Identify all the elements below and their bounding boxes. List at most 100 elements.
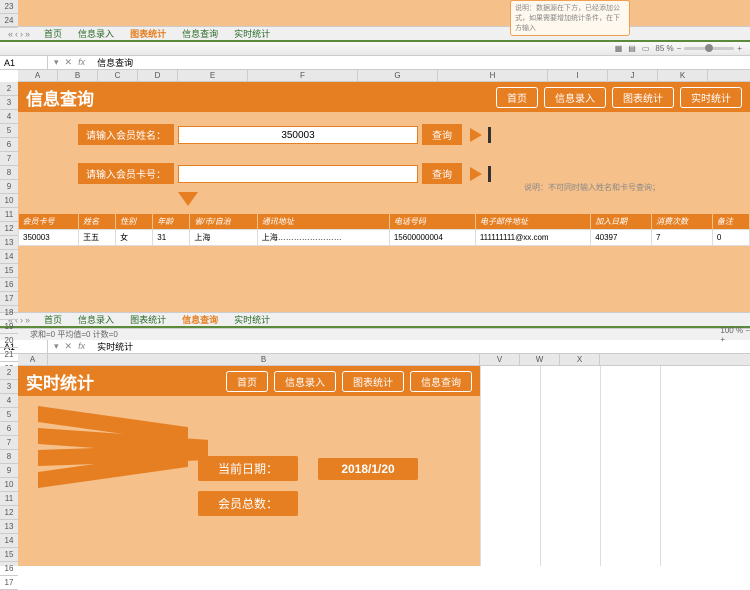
nav-图表统计[interactable]: 图表统计 bbox=[612, 87, 674, 108]
panel-title: 信息查询 bbox=[26, 85, 94, 110]
col-消费次数: 消费次数 bbox=[652, 214, 713, 230]
nav-首页[interactable]: 首页 bbox=[496, 87, 538, 108]
row-head: 5 bbox=[0, 408, 18, 422]
row-head: 15 bbox=[0, 264, 18, 278]
row-head: 11 bbox=[0, 208, 18, 222]
nav-实时统计[interactable]: 实时统计 bbox=[680, 87, 742, 108]
row-head: 6 bbox=[0, 138, 18, 152]
fx-icon[interactable]: fx bbox=[78, 57, 85, 68]
query-name-button[interactable]: 查询 bbox=[422, 124, 462, 145]
marker bbox=[488, 166, 491, 182]
cell-reference[interactable]: A1 bbox=[0, 56, 48, 69]
zoom-in[interactable]: + bbox=[720, 335, 725, 344]
cell[interactable]: 350003 bbox=[19, 230, 79, 246]
cell[interactable]: 王五 bbox=[79, 230, 116, 246]
name-label: 请输入会员姓名： bbox=[78, 124, 174, 145]
nav-信息查询[interactable]: 信息查询 bbox=[410, 371, 472, 392]
note-text: 说明：不可同时输入姓名和卡号查询； bbox=[524, 182, 660, 193]
cell[interactable]: 7 bbox=[652, 230, 713, 246]
view-icon[interactable]: ▦ bbox=[615, 44, 623, 53]
name-input[interactable]: 350003 bbox=[178, 126, 418, 144]
row-head: 2 bbox=[0, 366, 18, 380]
row-head: 2 bbox=[0, 82, 18, 96]
tab-信息录入[interactable]: 信息录入 bbox=[70, 314, 122, 326]
zoom-out[interactable]: − bbox=[677, 44, 682, 53]
tab-信息查询[interactable]: 信息查询 bbox=[174, 314, 226, 326]
tab-nav-first[interactable]: « bbox=[8, 29, 13, 39]
tab-图表统计[interactable]: 图表统计 bbox=[122, 314, 174, 326]
search-by-card: 请输入会员卡号： 查询 bbox=[78, 163, 750, 184]
col-会员卡号: 会员卡号 bbox=[19, 214, 79, 230]
tab-信息录入[interactable]: 信息录入 bbox=[70, 28, 122, 40]
col-加入日期: 加入日期 bbox=[591, 214, 652, 230]
tab-信息查询[interactable]: 信息查询 bbox=[174, 28, 226, 40]
view-icon[interactable]: ▤ bbox=[628, 44, 636, 53]
tab-nav-next[interactable]: › bbox=[20, 315, 23, 325]
row-head: 5 bbox=[0, 124, 18, 138]
callout: 说明：数据源在下方，已经添加公式，如果需要增加统计条件，在下方输入 bbox=[510, 0, 630, 36]
cell[interactable]: 0 bbox=[712, 230, 749, 246]
tab-nav-next[interactable]: › bbox=[20, 29, 23, 39]
zoom-value: 100 % bbox=[720, 326, 743, 335]
tab-实时统计[interactable]: 实时统计 bbox=[226, 28, 278, 40]
cell[interactable]: 上海 bbox=[190, 230, 257, 246]
sheet-tabbar-1: « ‹ › » 首页信息录入图表统计信息查询实时统计 bbox=[0, 26, 750, 42]
row-head: 24 bbox=[0, 14, 18, 28]
row-head: 16 bbox=[0, 278, 18, 292]
tab-nav-last[interactable]: » bbox=[25, 29, 30, 39]
panel-title-bar-2: 实时统计 首页信息录入图表统计信息查询 bbox=[18, 366, 480, 396]
cancel-icon[interactable]: ✕ bbox=[65, 57, 73, 68]
card-input[interactable] bbox=[178, 165, 418, 183]
nav-信息录入[interactable]: 信息录入 bbox=[274, 371, 336, 392]
dropdown-icon[interactable]: ▾ bbox=[54, 57, 59, 68]
row-head: 9 bbox=[0, 180, 18, 194]
row-head: 10 bbox=[0, 194, 18, 208]
cancel-icon[interactable]: ✕ bbox=[65, 341, 73, 352]
zoom-value: 85 % bbox=[655, 44, 673, 53]
fx-icon[interactable]: fx bbox=[78, 341, 85, 352]
row-head: 19 bbox=[0, 320, 18, 334]
cell[interactable]: 上海…………………… bbox=[257, 230, 389, 246]
row-head: 13 bbox=[0, 520, 18, 534]
zoom-slider[interactable] bbox=[684, 47, 734, 50]
cell[interactable]: 31 bbox=[153, 230, 190, 246]
formula-content[interactable]: 实时统计 bbox=[91, 340, 133, 353]
sheet-tabbar-2: « ‹ › » 首页信息录入图表统计信息查询实时统计 bbox=[0, 312, 750, 328]
row-head: 8 bbox=[0, 450, 18, 464]
nav-信息录入[interactable]: 信息录入 bbox=[544, 87, 606, 108]
row-head: 7 bbox=[0, 152, 18, 166]
row-head: 17 bbox=[0, 576, 18, 590]
view-icon[interactable]: ▭ bbox=[642, 44, 650, 53]
col-电子邮件地址: 电子邮件地址 bbox=[475, 214, 590, 230]
nav-首页[interactable]: 首页 bbox=[226, 371, 268, 392]
query-card-button[interactable]: 查询 bbox=[422, 163, 462, 184]
tab-首页[interactable]: 首页 bbox=[36, 314, 70, 326]
cell[interactable]: 111111111@xx.com bbox=[475, 230, 590, 246]
row-head: 20 bbox=[0, 334, 18, 348]
tab-图表统计[interactable]: 图表统计 bbox=[122, 28, 174, 40]
dropdown-icon[interactable]: ▾ bbox=[54, 341, 59, 352]
row-head: 7 bbox=[0, 436, 18, 450]
table-row: 350003王五女31上海上海……………………15600000004111111… bbox=[19, 230, 750, 246]
card-label: 请输入会员卡号： bbox=[78, 163, 174, 184]
zoom-out[interactable]: − bbox=[745, 326, 750, 335]
search-by-name: 请输入会员姓名： 350003 查询 bbox=[78, 124, 750, 145]
nav-图表统计[interactable]: 图表统计 bbox=[342, 371, 404, 392]
row-head: 21 bbox=[0, 348, 18, 362]
marker bbox=[488, 127, 491, 143]
blank-columns bbox=[480, 366, 750, 566]
zoom-in[interactable]: + bbox=[737, 44, 742, 53]
tab-nav-last[interactable]: » bbox=[25, 315, 30, 325]
cell[interactable]: 40397 bbox=[591, 230, 652, 246]
tab-实时统计[interactable]: 实时统计 bbox=[226, 314, 278, 326]
col-性别: 性别 bbox=[116, 214, 153, 230]
formula-content[interactable]: 信息查询 bbox=[91, 56, 133, 69]
tab-首页[interactable]: 首页 bbox=[36, 28, 70, 40]
pointer-icon bbox=[178, 192, 198, 206]
row-head: 15 bbox=[0, 548, 18, 562]
cell[interactable]: 15600000004 bbox=[389, 230, 475, 246]
tab-nav-prev[interactable]: ‹ bbox=[15, 29, 18, 39]
arrow-icon bbox=[470, 167, 482, 181]
col-通讯地址: 通讯地址 bbox=[257, 214, 389, 230]
cell[interactable]: 女 bbox=[116, 230, 153, 246]
